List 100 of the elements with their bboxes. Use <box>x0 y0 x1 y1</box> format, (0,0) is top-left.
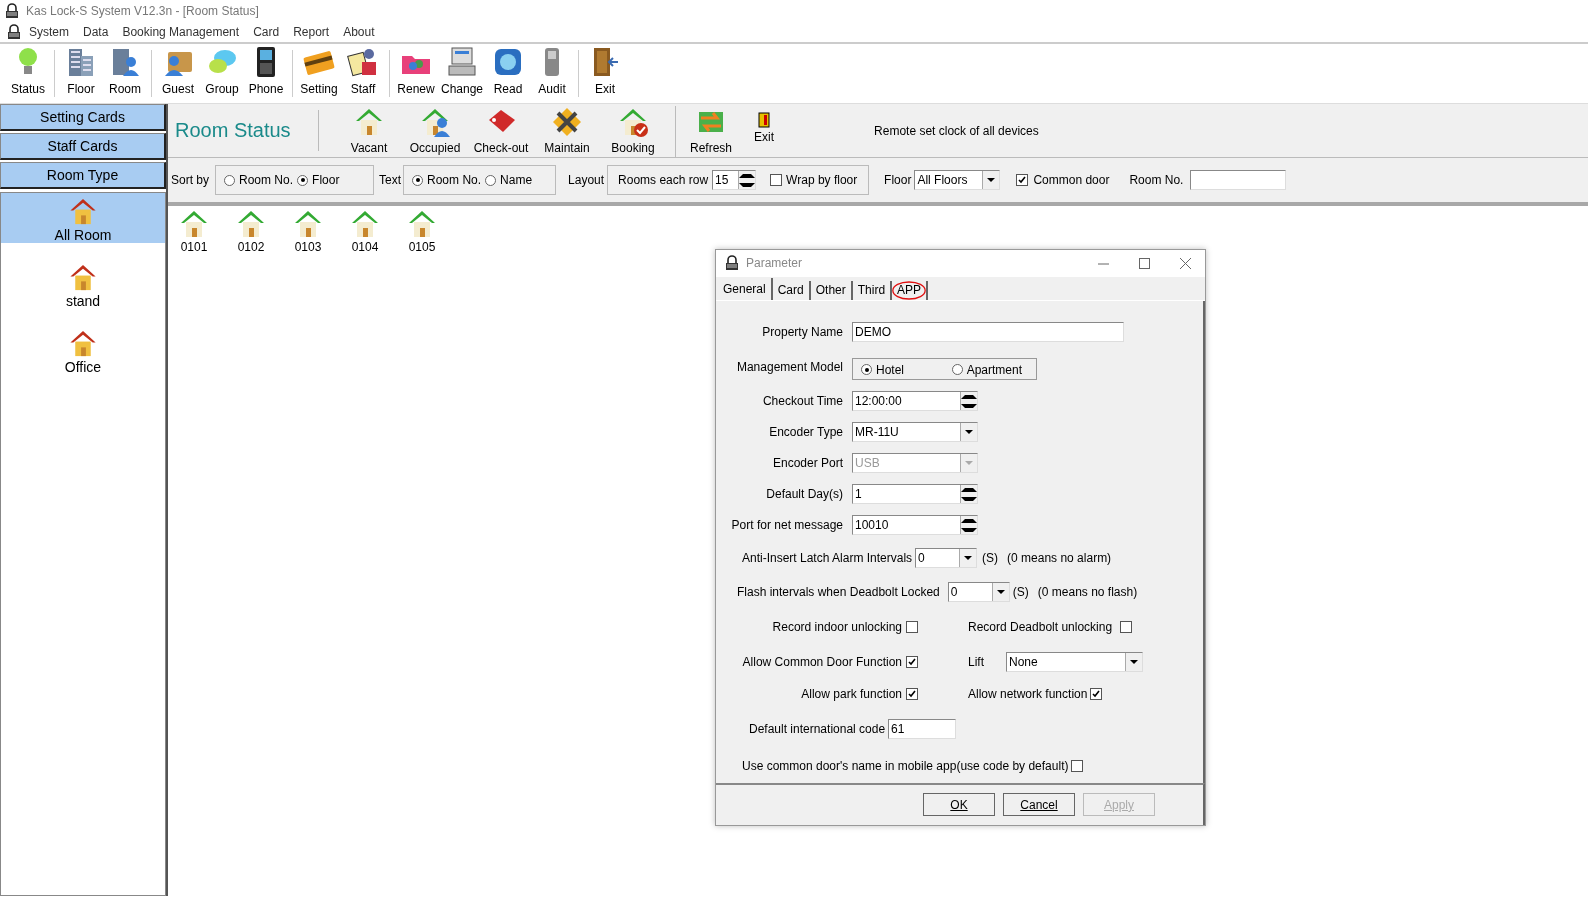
dropdown[interactable]: MR-11U <box>852 422 978 443</box>
field-label: Port for net message <box>730 518 844 533</box>
menu-item[interactable]: Booking Management <box>115 25 247 39</box>
checkbox[interactable] <box>1090 687 1103 700</box>
checkbox[interactable] <box>1016 174 1029 186</box>
checkbox-label: Allow Common Door Function <box>741 655 903 670</box>
room-item[interactable]: 0102 <box>235 208 267 254</box>
layout-label: Layout <box>568 173 605 187</box>
unit-label: (S) <box>1012 584 1029 599</box>
sidebar-button[interactable]: Room Type <box>0 162 166 189</box>
toolbar-button[interactable]: Exit <box>583 46 628 96</box>
menu-item[interactable]: About <box>336 25 382 39</box>
menu-item[interactable]: Data <box>76 25 116 39</box>
spin-field[interactable]: 10010 <box>852 515 978 536</box>
field-label: Management Model <box>735 359 844 374</box>
spin-field[interactable]: 15 <box>712 170 757 190</box>
checkbox-label: Wrap by floor <box>786 173 858 187</box>
input-field[interactable] <box>1190 170 1287 190</box>
dropdown[interactable]: 0 <box>947 581 1010 602</box>
toolbar-button[interactable]: Setting <box>297 46 341 96</box>
page-title: Room Status <box>175 119 291 142</box>
dropdown[interactable]: None <box>1006 652 1143 673</box>
staff-icon <box>347 46 379 78</box>
menu-item[interactable]: System <box>22 25 76 39</box>
door-icon <box>758 112 771 128</box>
room-item[interactable]: 0103 <box>292 208 324 254</box>
field-label: Checkout Time <box>761 394 844 409</box>
house-icon <box>67 196 99 227</box>
menu-item[interactable]: Report <box>286 25 337 39</box>
toolbar-button[interactable]: Audit <box>530 46 575 96</box>
monitor-icon <box>446 46 478 78</box>
dialog-button[interactable]: OK <box>923 793 995 817</box>
toolbar-button[interactable]: Floor <box>59 46 103 96</box>
toolbar-button[interactable]: Phone <box>244 46 288 96</box>
field-label: Anti-Insert Latch Alarm Intervals <box>742 550 913 565</box>
toolbar-button[interactable]: Staff <box>341 46 385 96</box>
toolbar-button[interactable]: Renew <box>394 46 438 96</box>
room-item[interactable]: 0105 <box>406 208 438 254</box>
dropdown[interactable]: 0 <box>915 547 978 568</box>
checkbox-label: Record indoor unlocking <box>771 620 903 635</box>
checkbox-label: Use common door's name in mobile app(use code by default) <box>742 758 1069 773</box>
door-icon <box>591 46 620 78</box>
spin-field[interactable]: 1 <box>852 484 978 505</box>
tab[interactable]: APP <box>892 280 929 300</box>
toolbar-button[interactable]: Read <box>486 46 531 96</box>
checkbox-label: Allow network function <box>968 686 1088 701</box>
app-icon <box>724 255 740 272</box>
radio-button[interactable]: Floor <box>297 173 340 187</box>
checkbox[interactable] <box>770 174 783 186</box>
check-icon <box>908 658 916 667</box>
dialog-title: Parameter <box>746 256 803 271</box>
legend-label: Booking <box>611 141 655 155</box>
radio-button[interactable]: Hotel <box>861 362 904 377</box>
checkbox[interactable] <box>1071 759 1084 772</box>
toolbar-button[interactable]: Guest <box>156 46 200 96</box>
refresh-button[interactable]: Refresh <box>686 104 737 155</box>
clock-note: Remote set clock of all devices <box>874 123 1039 138</box>
toolbar-button[interactable]: Change <box>438 46 487 96</box>
close-icon[interactable] <box>1180 257 1191 269</box>
checkbox-label: Allow park function <box>800 686 903 701</box>
maximize-icon[interactable] <box>1139 257 1150 269</box>
sidebar-button[interactable]: Staff Cards <box>0 133 166 160</box>
room-item[interactable]: 0104 <box>349 208 381 254</box>
hint-text: (0 means no alarm) <box>1007 550 1112 565</box>
checkbox[interactable] <box>906 656 918 669</box>
radio-button[interactable]: Name <box>485 173 533 187</box>
toolbar-button[interactable]: Room <box>103 46 147 96</box>
field-label: Lift <box>968 655 984 670</box>
field-label: Default international code <box>749 721 886 736</box>
toolbar-button[interactable]: Group <box>200 46 244 96</box>
unit-label: (S) <box>982 550 999 565</box>
checkbox-label: Common door <box>1033 173 1110 187</box>
menu-icon <box>6 24 22 40</box>
legend-label: Occupied <box>409 141 461 155</box>
field-label: Encoder Type <box>768 425 844 440</box>
exit-button[interactable]: Exit <box>750 104 779 155</box>
window-title: Kas Lock-S System V12.3n - [Room Status] <box>26 4 259 18</box>
check-icon <box>1018 176 1027 184</box>
checkbox-label: Record Deadbolt unlocking <box>968 620 1113 635</box>
dropdown[interactable]: All Floors <box>914 170 1001 190</box>
menu-item[interactable]: Card <box>246 25 287 39</box>
toolbar-button[interactable]: Status <box>6 46 50 96</box>
sidebar-button[interactable]: Setting Cards <box>0 104 166 131</box>
checkbox[interactable] <box>906 621 918 634</box>
radio-button[interactable]: Room No. <box>412 173 482 187</box>
field-label: Flash intervals when Deadbolt Locked <box>737 584 940 599</box>
floor-label: Floor <box>884 173 912 187</box>
rooms-each-row-label: Rooms each row <box>618 173 709 187</box>
checkbox[interactable] <box>1120 621 1133 634</box>
input-field[interactable]: DEMO <box>852 322 1124 343</box>
input-field[interactable]: 61 <box>888 718 957 739</box>
checkbox[interactable] <box>906 687 918 700</box>
room-type-item[interactable]: All Room <box>1 193 165 243</box>
legend-label: Maintain <box>544 141 590 155</box>
radio-button[interactable]: Apartment <box>951 362 1022 377</box>
room-item[interactable]: 0101 <box>178 208 210 254</box>
check-icon <box>1092 689 1101 698</box>
radio-button[interactable]: Room No. <box>224 173 294 187</box>
dialog-button[interactable]: Cancel <box>1003 793 1075 817</box>
spin-field[interactable]: 12:00:00 <box>852 391 978 412</box>
